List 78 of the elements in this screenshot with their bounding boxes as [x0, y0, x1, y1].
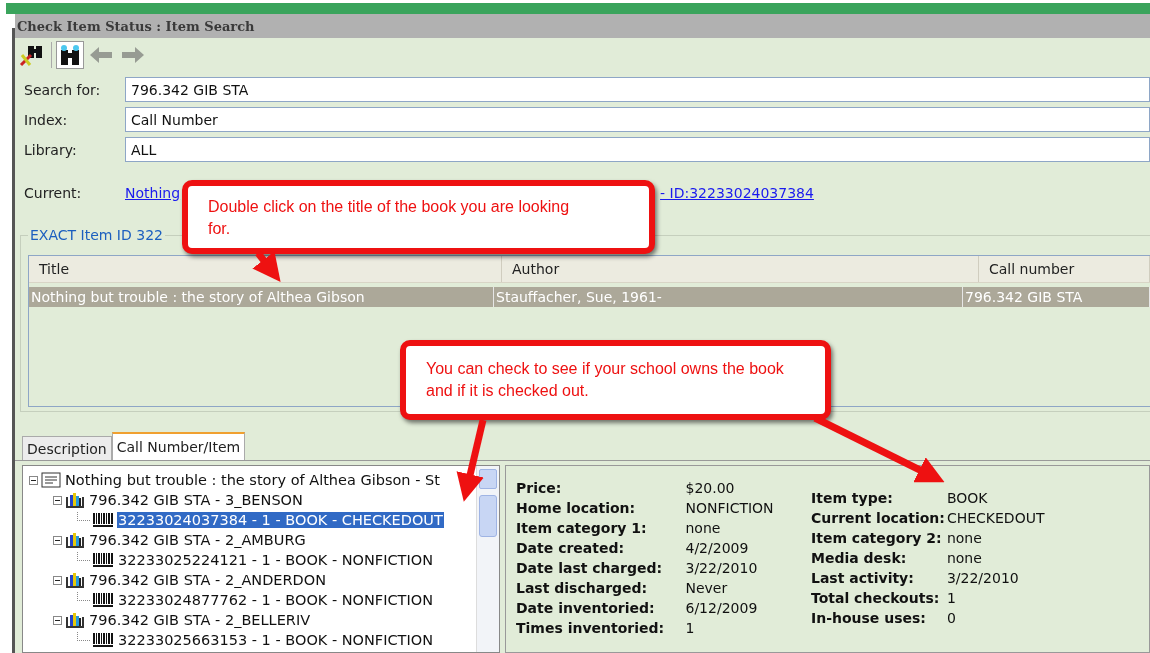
- detail-label: Media desk:: [811, 549, 908, 568]
- detail-label: Last activity:: [811, 569, 915, 588]
- detail-label: Item category 2:: [811, 529, 943, 548]
- detail-value: $20.00: [685, 479, 736, 498]
- detail-value: 0: [946, 609, 957, 628]
- collapse-icon[interactable]: [53, 575, 62, 585]
- detail-value: CHECKEDOUT: [946, 509, 1045, 528]
- callout-box: Double click on the title of the book you are looking for.: [182, 180, 655, 254]
- detail-value: none: [946, 549, 983, 568]
- collapse-icon[interactable]: [53, 615, 62, 625]
- current-link[interactable]: Nothing: [125, 185, 181, 201]
- field-label: Index:: [23, 111, 69, 128]
- detail-label: Home location:: [516, 499, 637, 518]
- table-cell: Stauffacher, Sue, 1961-: [494, 287, 963, 307]
- barcode-icon: [92, 632, 114, 648]
- detail-label: Item type:: [811, 489, 894, 508]
- barcode-icon: [92, 592, 114, 608]
- detail-value: 1: [946, 589, 957, 608]
- detail-value: none: [685, 519, 722, 538]
- column-header[interactable]: Author: [502, 256, 979, 282]
- column-header[interactable]: Call number: [979, 256, 1150, 282]
- scrollbar[interactable]: [476, 466, 499, 652]
- detail-label: Item category 1:: [516, 519, 648, 538]
- collapse-icon[interactable]: [29, 475, 38, 485]
- detail-label: Date inventoried:: [516, 599, 656, 618]
- document-icon: [41, 472, 61, 488]
- bookshelf-icon: [65, 612, 85, 628]
- scroll-up-icon[interactable]: [479, 469, 497, 489]
- detail-label: Date created:: [516, 539, 626, 558]
- detail-value: NONFICTION: [685, 499, 775, 518]
- detail-value: 3/22/2010: [946, 569, 1020, 588]
- tab[interactable]: Call Number/Item: [111, 432, 246, 460]
- barcode-icon: [92, 552, 114, 568]
- detail-label: Current location:: [811, 509, 945, 528]
- bookshelf-icon: [65, 492, 85, 508]
- detail-label: Price:: [516, 479, 563, 498]
- tree-item[interactable]: 32233025224121 - 1 - BOOK - NONFICTION: [117, 552, 434, 568]
- callout-box: You can check to see if your school owns the book and if it is checked out.: [400, 340, 831, 420]
- detail-label: Total checkouts:: [811, 589, 941, 608]
- collapse-icon[interactable]: [53, 535, 62, 545]
- tree-item[interactable]: 32233025663153 - 1 - BOOK - NONFICTION: [117, 632, 434, 648]
- tree-item[interactable]: 32233024037384 - 1 - BOOK - CHECKEDOUT: [117, 512, 444, 528]
- current-link[interactable]: - ID:32233024037384: [660, 185, 814, 201]
- input-field[interactable]: ALL: [125, 137, 1150, 162]
- column-header[interactable]: Title: [29, 256, 502, 282]
- bookshelf-icon: [65, 532, 85, 548]
- detail-label: Date last charged:: [516, 559, 664, 578]
- tree-item[interactable]: 796.342 GIB STA - 2_BELLERIV: [88, 612, 312, 628]
- field-label: Library:: [23, 141, 78, 158]
- scroll-thumb[interactable]: [479, 495, 497, 537]
- field-label: Search for:: [23, 81, 102, 98]
- group-title: EXACT Item ID 322: [29, 227, 164, 243]
- detail-label: Last discharged:: [516, 579, 649, 598]
- tab[interactable]: Description: [22, 436, 112, 460]
- table-cell: 796.342 GIB STA: [963, 287, 1150, 307]
- tree-item[interactable]: 796.342 GIB STA - 2_AMBURG: [88, 532, 307, 548]
- bookshelf-icon: [65, 572, 85, 588]
- tree-item[interactable]: 32233024877762 - 1 - BOOK - NONFICTION: [117, 592, 434, 608]
- window-title: Check Item Status : Item Search: [17, 18, 255, 34]
- detail-value: 1: [685, 619, 696, 638]
- input-field[interactable]: 796.342 GIB STA: [125, 77, 1150, 102]
- field-label: Current:: [23, 185, 83, 201]
- input-field[interactable]: Call Number: [125, 107, 1150, 132]
- detail-value: none: [946, 529, 983, 548]
- detail-value: 3/22/2010: [685, 559, 759, 578]
- detail-value: 4/2/2009: [685, 539, 750, 558]
- barcode-icon: [92, 512, 114, 528]
- tree-item[interactable]: 796.342 GIB STA - 2_ANDERDON: [88, 572, 327, 588]
- table-cell: Nothing but trouble : the story of Althea Gibson: [29, 287, 494, 307]
- binoculars-icon[interactable]: [56, 41, 84, 69]
- collapse-icon[interactable]: [53, 495, 62, 505]
- detail-label: In-house uses:: [811, 609, 927, 628]
- tree-item[interactable]: Nothing but trouble : the story of Althea Gibson - St: [64, 472, 441, 488]
- detail-label: Times inventoried:: [516, 619, 666, 638]
- detail-value: Never: [685, 579, 729, 598]
- detail-value: BOOK: [946, 489, 989, 508]
- tree-item[interactable]: 796.342 GIB STA - 3_BENSON: [88, 492, 304, 508]
- detail-value: 6/12/2009: [685, 599, 759, 618]
